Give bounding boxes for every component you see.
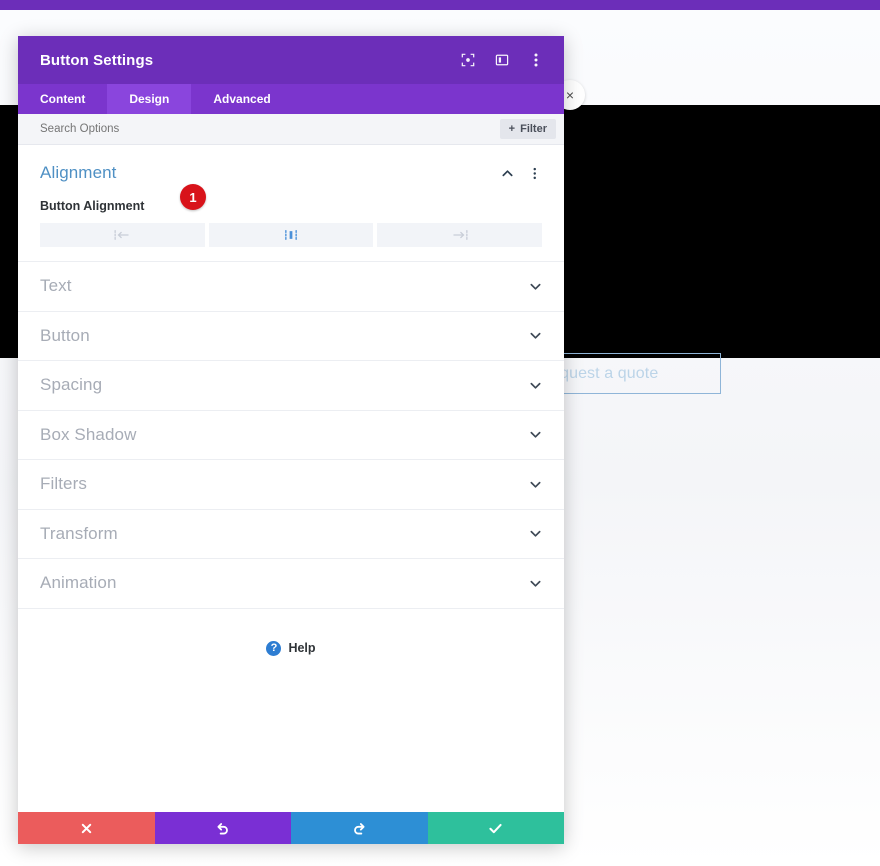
focus-icon[interactable] <box>460 52 476 68</box>
chevron-down-icon <box>529 379 542 392</box>
cancel-button[interactable] <box>18 812 155 844</box>
save-button[interactable] <box>427 812 564 844</box>
split-view-icon[interactable] <box>494 52 510 68</box>
more-options-icon[interactable] <box>528 52 544 68</box>
alignment-tools <box>500 166 542 180</box>
chevron-down-icon <box>529 428 542 441</box>
screen-root: ed to get started? request a quote × But… <box>0 0 880 866</box>
align-left-option[interactable] <box>40 223 205 247</box>
section-menu-icon[interactable] <box>528 166 542 180</box>
modal-tabs: Content Design Advanced <box>18 84 564 114</box>
chevron-down-icon <box>529 527 542 540</box>
search-row: + Filter <box>18 114 564 145</box>
accordion-button[interactable]: Button <box>18 312 564 361</box>
redo-button[interactable] <box>291 812 428 844</box>
accordion-animation[interactable]: Animation <box>18 559 564 609</box>
modal-footer <box>18 812 564 844</box>
help-icon: ? <box>266 640 282 656</box>
align-right-option[interactable] <box>377 223 543 247</box>
modal-body: Alignment Button Alignment Text Button S… <box>18 145 564 812</box>
button-settings-modal: Button Settings Content Design Advanced … <box>18 36 564 844</box>
accordion-label: Button <box>40 325 90 345</box>
modal-header: Button Settings <box>18 36 564 84</box>
alignment-header: Alignment <box>40 163 542 183</box>
undo-button[interactable] <box>154 812 291 844</box>
tab-advanced[interactable]: Advanced <box>191 84 292 114</box>
alignment-title: Alignment <box>40 163 117 182</box>
chevron-down-icon <box>529 577 542 590</box>
accordion-label: Transform <box>40 523 118 543</box>
button-alignment-options <box>40 223 543 247</box>
accordion-label: Filters <box>40 474 87 494</box>
search-input[interactable] <box>40 123 500 135</box>
header-icon-group <box>460 52 544 68</box>
plus-icon: + <box>508 123 516 135</box>
step-badge-1: 1 <box>180 184 206 210</box>
accordion-transform[interactable]: Transform <box>18 510 564 559</box>
page-title: Button Settings <box>40 51 154 69</box>
button-alignment-label: Button Alignment <box>40 199 145 213</box>
filter-label: Filter <box>520 123 547 135</box>
accordion-filters[interactable]: Filters <box>18 460 564 510</box>
tab-content[interactable]: Content <box>18 84 107 114</box>
accordion-label: Text <box>40 276 72 296</box>
accordion-box-shadow[interactable]: Box Shadow <box>18 411 564 460</box>
accordion-label: Animation <box>40 573 117 593</box>
filter-button[interactable]: + Filter <box>499 119 556 139</box>
help-link[interactable]: ? Help <box>18 609 564 656</box>
accordion-label: Box Shadow <box>40 424 137 444</box>
alignment-section: Alignment Button Alignment <box>18 145 564 262</box>
chevron-up-icon[interactable] <box>500 166 514 180</box>
tab-design[interactable]: Design <box>107 84 192 114</box>
wp-admin-bar <box>0 0 880 10</box>
chevron-down-icon <box>529 329 542 342</box>
accordion-label: Spacing <box>40 375 103 395</box>
align-center-option[interactable] <box>208 223 374 247</box>
chevron-down-icon <box>529 280 542 293</box>
help-label: Help <box>288 641 316 655</box>
chevron-down-icon <box>529 478 542 491</box>
accordion-spacing[interactable]: Spacing <box>18 361 564 411</box>
accordion-text[interactable]: Text <box>18 262 564 312</box>
